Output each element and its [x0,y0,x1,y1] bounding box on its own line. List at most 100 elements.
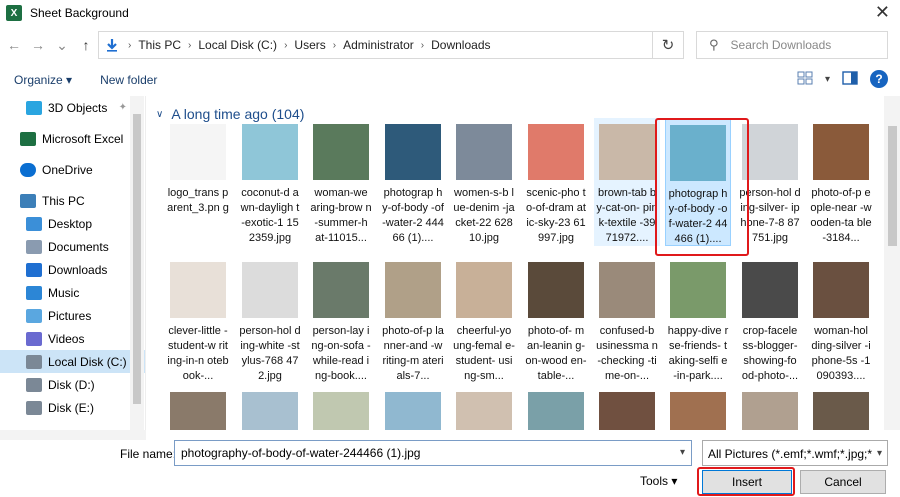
sidebar-item-videos[interactable]: Videos [0,327,145,350]
tools-button[interactable]: Tools ▾ [640,474,677,488]
refresh-button[interactable]: ↻ [652,31,684,59]
search-icon: ⚲ [709,37,719,52]
music-icon [26,285,42,300]
videos-icon [26,331,42,346]
file-name-label: coconut-d awn-dayligh t-exotic-1 152359.… [240,187,300,244]
drive-icon [26,354,42,369]
file-item[interactable]: photo-of-p eople-near -wooden-ta ble-318… [808,118,874,246]
file-item[interactable] [808,386,874,430]
search-input[interactable]: ⚲ Search Downloads [696,31,888,59]
breadcrumb-administrator[interactable]: Administrator [343,38,414,52]
file-item[interactable]: women-s-b lue-denim -jacket-22 62810.jpg [451,118,517,246]
file-item[interactable] [380,386,446,430]
cancel-button[interactable]: Cancel [800,470,886,494]
file-item[interactable]: clever-little -student-w riting-in-n ote… [165,256,231,384]
breadcrumb-downloads[interactable]: Downloads [431,38,490,52]
file-type-value: All Pictures (*.emf;*.wmf;*.jpg;* [708,447,873,461]
file-item[interactable] [594,386,660,430]
sidebar-item-disk-e[interactable]: Disk (E:) [0,396,145,419]
cloud-icon [20,162,36,177]
file-item[interactable] [237,386,303,430]
sidebar-item-pictures[interactable]: Pictures [0,304,145,327]
file-thumbnail [813,124,869,180]
documents-icon [26,239,42,254]
file-item[interactable] [451,386,517,430]
sidebar-item-disk-d[interactable]: Disk (D:) [0,373,145,396]
breadcrumb-this-pc[interactable]: This PC [138,38,181,52]
breadcrumb-users[interactable]: Users [294,38,325,52]
file-item[interactable]: crop-facele ss-blogger- showing-fo od-ph… [737,256,803,384]
sidebar-item-label: Desktop [48,216,93,231]
sidebar-horizontal-scrollbar[interactable] [0,430,146,440]
file-item[interactable]: photo-of- man-leanin g-on-wood en-table-… [523,256,589,384]
sidebar-scrollbar[interactable] [130,96,144,430]
sidebar-item-music[interactable]: Music [0,281,145,304]
file-item[interactable] [737,386,803,430]
recent-locations-button[interactable]: ⌄ [52,35,72,55]
file-thumbnail [528,124,584,180]
chevron-down-icon[interactable]: ▾ [877,448,882,459]
downloads-icon [26,262,42,277]
file-name-label: crop-facele ss-blogger- showing-fo od-ph… [741,325,799,382]
file-item[interactable]: photograp hy-of-body -of-water-2 44466 (… [380,118,446,246]
new-folder-button[interactable]: New folder [100,73,157,87]
back-button[interactable]: ← [4,35,24,55]
file-name-label: woman-we aring-brow n-summer-h at-11015.… [310,187,372,244]
drive-icon [26,400,42,415]
downloads-folder-icon [103,36,121,54]
file-item[interactable]: coconut-d awn-dayligh t-exotic-1 152359.… [237,118,303,246]
file-list-scroll-thumb[interactable] [888,126,897,246]
help-icon[interactable]: ? [870,70,888,88]
sidebar-scroll-thumb[interactable] [133,114,141,404]
file-item[interactable]: person-hol ding-white -stylus-768 472.jp… [237,256,303,384]
file-item[interactable] [523,386,589,430]
sidebar-item-desktop[interactable]: Desktop [0,212,145,235]
sidebar-item-label: Disk (D:) [48,377,95,392]
chevron-down-icon[interactable]: ▾ [680,447,685,458]
preview-pane-icon[interactable] [842,70,858,88]
file-item[interactable]: confused-b usinessma n-checking -time-on… [594,256,660,384]
file-type-select[interactable]: All Pictures (*.emf;*.wmf;*.jpg;* ▾ [702,440,888,466]
file-item[interactable]: brown-tab by-cat-on- pink-textile -39719… [594,118,660,246]
file-thumbnail [170,124,226,180]
sidebar-item-3d-objects[interactable]: 3D Objects ✦ [0,96,145,119]
sidebar-item-local-disk-c[interactable]: Local Disk (C:) [0,350,145,373]
sidebar-item-documents[interactable]: Documents [0,235,145,258]
file-item[interactable]: person-lay ing-on-sofa -while-read ing-b… [308,256,374,384]
change-view-icon[interactable] [797,71,813,88]
organize-button[interactable]: Organize ▾ [14,73,72,87]
sidebar-item-label: Pictures [48,308,92,323]
sidebar-item-label: 3D Objects [48,100,108,115]
file-item[interactable] [665,386,731,430]
filename-value: photography-of-body-of-water-244466 (1).… [181,446,421,460]
up-button[interactable]: ↑ [76,35,96,55]
file-item[interactable]: happy-dive rse-friends- taking-selfi e-i… [665,256,731,384]
forward-button[interactable]: → [28,35,48,55]
file-item[interactable]: logo_trans parent_3.pn g [165,118,231,246]
sidebar-item-downloads[interactable]: Downloads [0,258,145,281]
breadcrumb-local-disk[interactable]: Local Disk (C:) [198,38,277,52]
insert-button[interactable]: Insert [702,470,792,494]
sidebar-item-this-pc[interactable]: This PC [0,189,145,212]
sidebar-item-onedrive[interactable]: OneDrive [0,158,145,181]
sidebar-item-label: This PC [42,193,85,208]
file-item[interactable]: scenic-pho to-of-dram atic-sky-23 61997.… [523,118,589,246]
breadcrumb-separator: › [332,39,337,51]
sidebar-item-label: Music [48,285,80,300]
file-thumbnail [670,262,726,318]
filename-input[interactable]: photography-of-body-of-water-244466 (1).… [174,440,692,466]
file-item[interactable] [308,386,374,430]
file-item[interactable]: cheerful-yo ung-femal e-student- using-s… [451,256,517,384]
breadcrumb-separator: › [128,39,132,51]
file-item[interactable]: woman-hol ding-silver -iphone-5s -109039… [808,256,874,384]
close-icon[interactable]: ✕ [875,2,890,23]
file-name-label: person-hol ding-white -stylus-768 472.jp… [239,325,301,382]
sidebar-item-microsoft-excel[interactable]: Microsoft Excel [0,127,145,150]
file-item[interactable]: photo-of-p lanner-and -writing-m aterial… [380,256,446,384]
address-bar[interactable]: › This PC › Local Disk (C:) › Users › Ad… [98,31,654,59]
file-item[interactable] [165,386,231,430]
view-options-chevron-icon[interactable]: ▾ [825,74,830,85]
file-list-scrollbar[interactable] [884,96,900,430]
toolbar: Organize ▾ New folder ▾ ? [0,66,900,94]
file-item[interactable]: woman-we aring-brow n-summer-h at-11015.… [308,118,374,246]
